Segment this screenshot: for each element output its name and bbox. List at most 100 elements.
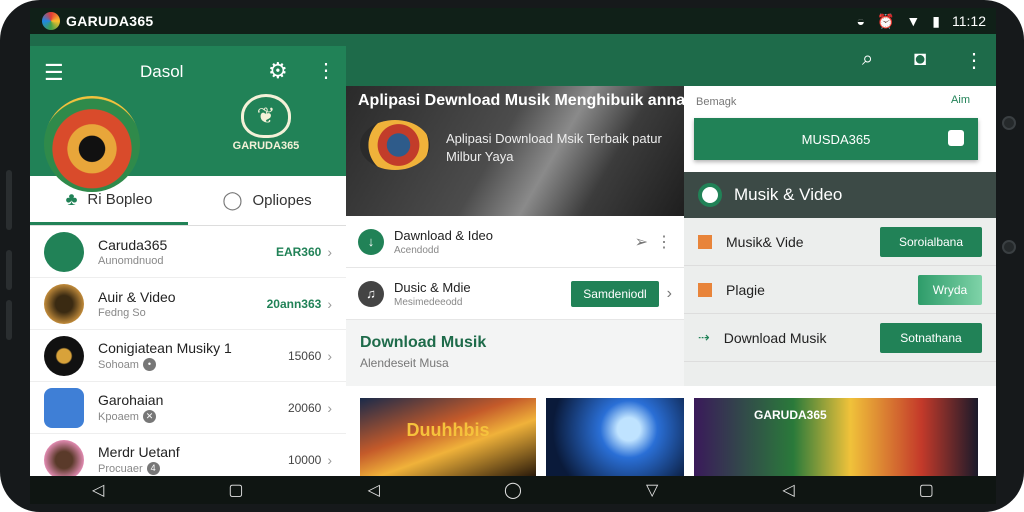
recents-icon[interactable]: ▢ [228, 480, 243, 500]
side-row[interactable]: Plagie Wryda [684, 266, 996, 314]
row-title: Dawnload & Ideo [394, 227, 494, 243]
back-icon-3[interactable]: ◁ [782, 480, 794, 500]
video-icon [698, 234, 712, 249]
download-video-row[interactable]: ↓ Dawnload & Ideo Acendodd ➢ ⋮ [346, 216, 684, 268]
row-action-button[interactable]: Samdeniodl [571, 280, 659, 307]
list-item[interactable]: Conigiatean Musiky 1 Sohoam • 15060 › [30, 330, 346, 382]
side-row-button[interactable]: Sotnathana [880, 322, 982, 353]
badge-icon: ✕ [142, 410, 156, 423]
row-more-icon[interactable]: ⋮ [656, 232, 672, 252]
avatar [44, 231, 84, 272]
item-title: Merdr Uetanf [98, 444, 180, 460]
item-title: Auir & Video [98, 288, 176, 305]
item-count: 20060 [287, 400, 322, 415]
recents-icon-2[interactable]: ▢ [919, 480, 934, 500]
send-icon[interactable]: ➢ [635, 232, 648, 252]
item-subtitle: Fedng So [98, 306, 146, 319]
side-panel-header: Bemagk Aim MUSDA365 [684, 86, 996, 172]
side-label-left: Bemagk [696, 96, 737, 108]
row-subtitle: Acendodd [394, 244, 440, 256]
item-title: Garohaian [98, 392, 164, 408]
menu-icon[interactable]: ☰ [44, 60, 64, 86]
hero-banner[interactable]: Aplipasi Dewnload Musik Menghibuik anna … [346, 86, 685, 216]
sensor-lens [1002, 240, 1016, 254]
hero-artwork [360, 120, 430, 170]
side-band[interactable]: Musik & Video [684, 172, 996, 218]
back-icon[interactable]: ◁ [92, 480, 104, 500]
photo-caption: GARUDA365 [754, 408, 827, 422]
status-bar: GARUDA365 ◒ ⏰ ▼ ▮ 11:12 [30, 8, 996, 34]
list-item[interactable]: Caruda365 Aunomdnuod EAR360 › [30, 226, 346, 278]
chevron-right-icon: › [327, 451, 332, 468]
tab-label: Ri Bopleo [87, 190, 153, 208]
badge-icon: 4 [146, 462, 160, 475]
download-section[interactable]: Download Musik Alendeseit Musa [346, 320, 684, 380]
chevron-right-icon: › [327, 295, 332, 312]
music-icon: ♫ [358, 280, 384, 307]
item-count: EAR360 [275, 244, 322, 259]
item-title: Caruda365 [98, 236, 168, 253]
gear-icon[interactable]: ⚙ [268, 58, 288, 84]
down-icon[interactable]: ▽ [646, 480, 658, 500]
wifi-icon: ◒ [856, 13, 865, 29]
side-label-right[interactable]: Aim [951, 94, 970, 106]
battery-icon: ▮ [932, 12, 940, 29]
item-subtitle: Procuaer [98, 462, 143, 475]
list-item[interactable]: Garohaian Kpoaem ✕ 20060 › [30, 382, 346, 434]
side-row-label: Musik& Vide [726, 233, 804, 250]
logo-text: GARUDA365 [232, 140, 300, 152]
avatar [44, 439, 84, 480]
music-video-row[interactable]: ♫ Dusic & Mdie Mesimedeeodd Samdeniodl › [346, 268, 684, 320]
download-arrow-icon: ⇢ [698, 329, 710, 345]
back-icon-2[interactable]: ◁ [368, 480, 380, 500]
garuda-logo: ❦ GARUDA365 [226, 94, 306, 160]
drawer-header: ☰ Dasol ⚙ ⋮ ❦ GARUDA365 [30, 46, 346, 192]
download-title: Download Musik [360, 334, 487, 351]
side-row-button[interactable]: Wryda [918, 274, 982, 305]
side-row[interactable]: ⇢ Download Musik Sotnathana [684, 314, 996, 362]
item-subtitle: Aunomdnuod [98, 254, 164, 267]
list-item[interactable]: Auir & Video Fedng So 20ann363 › [30, 278, 346, 330]
chevron-right-icon: › [327, 399, 332, 416]
music-video-icon [698, 183, 722, 207]
drawer-more-icon[interactable]: ⋮ [316, 58, 336, 83]
stage-photo[interactable]: GARUDA365 [694, 398, 978, 476]
status-time: 11:12 [952, 13, 986, 29]
chevron-right-icon: › [666, 284, 672, 302]
item-count: 10000 [287, 452, 322, 467]
status-app-name: GARUDA365 [66, 13, 154, 29]
item-title: Conigiatean Musiky 1 [98, 340, 232, 356]
camera-lens [1002, 116, 1016, 130]
share-icon[interactable]: ◘ [914, 48, 926, 71]
side-row-button[interactable]: Soroialbana [880, 226, 982, 257]
clover-icon: ♣ [65, 188, 78, 209]
power-button [6, 300, 12, 340]
search-icon[interactable]: ⌕ [862, 48, 873, 71]
concert-photo[interactable]: Duuhhbis [360, 398, 536, 476]
musda-button-label: MUSDA365 [801, 131, 871, 147]
signal-icon: ▼ [906, 13, 921, 29]
chat-icon: ◯ [222, 190, 243, 210]
app-logo-icon [42, 12, 60, 30]
item-subtitle: Kpoaem [98, 410, 139, 423]
page-icon [698, 282, 712, 297]
home-icon[interactable]: ◯ [504, 480, 522, 500]
phone-device: GARUDA365 ◒ ⏰ ▼ ▮ 11:12 ⌕ ◘ ⋮ ☰ Dasol ⚙ … [0, 0, 1024, 512]
badge-icon: • [142, 358, 156, 371]
photo-caption: Duuhhbis [406, 420, 490, 440]
band-title: Musik & Video [734, 185, 843, 204]
crowd-photo[interactable] [546, 398, 684, 476]
side-panel: Bemagk Aim MUSDA365 Musik & Video Musik&… [684, 86, 996, 386]
volume-button [6, 170, 12, 230]
side-row[interactable]: Musik& Vide Soroialbana [684, 218, 996, 266]
row-title: Dusic & Mdie [394, 279, 471, 295]
tab-opliopes[interactable]: ◯ Opliopes [188, 176, 346, 225]
hero-subtitle: Aplipasi Download Msik Terbaik patur Mil… [446, 131, 662, 164]
avatar [44, 335, 84, 376]
musda-button[interactable]: MUSDA365 [694, 118, 978, 160]
more-vert-icon[interactable]: ⋮ [964, 48, 984, 73]
row-subtitle: Mesimedeeodd [394, 296, 463, 308]
side-row-label: Download Musik [723, 329, 827, 346]
screen: GARUDA365 ◒ ⏰ ▼ ▮ 11:12 ⌕ ◘ ⋮ ☰ Dasol ⚙ … [30, 8, 996, 504]
avatar [44, 283, 84, 324]
